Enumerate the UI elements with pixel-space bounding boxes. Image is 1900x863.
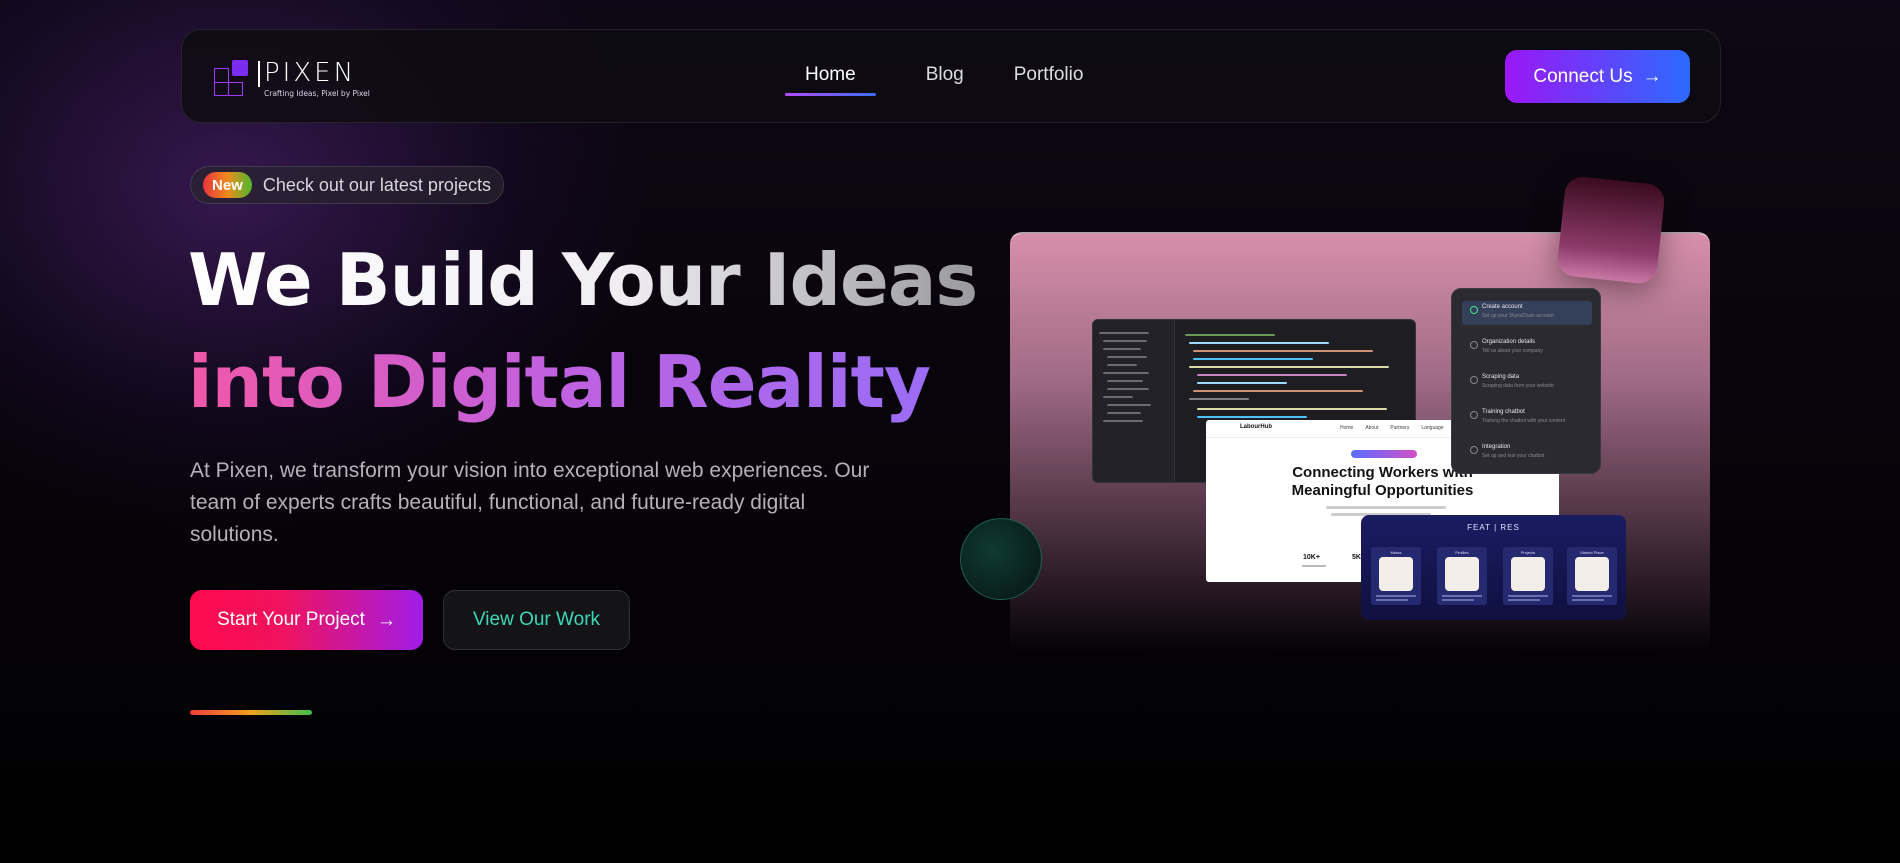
nav-links: Home Blog Portfolio: [785, 64, 1084, 96]
preview-stat-label: [1302, 565, 1326, 567]
preview-stat: 10K+: [1303, 554, 1320, 561]
badge-text: Check out our latest projects: [262, 174, 491, 195]
start-project-label: Start Your Project: [217, 609, 365, 630]
arrow-right-icon: →: [376, 609, 396, 631]
preview-pill: [1351, 450, 1417, 458]
step-item: Training chatbot Training the chatbot wi…: [1462, 406, 1592, 430]
step-title: Training chatbot: [1482, 409, 1525, 415]
step-desc: Set up your SkyraChain account: [1482, 313, 1554, 319]
features-title: FEAT | RES: [1467, 523, 1520, 532]
preview-logo: LabourHub: [1240, 424, 1272, 430]
step-desc: Tell us about your company: [1482, 348, 1543, 354]
step-check-icon: [1470, 306, 1478, 314]
headline-line-1: We Build Your Ideas: [188, 238, 978, 322]
feature-illustration: [1379, 557, 1413, 591]
brand-tagline: Crafting Ideas, Pixel by Pixel: [264, 89, 370, 98]
preview-link: Partners: [1390, 425, 1410, 431]
view-work-label: View Our Work: [472, 609, 601, 630]
step-item: Scraping data Scraping data from your we…: [1462, 371, 1592, 395]
feature-item: Market Place: [1567, 547, 1617, 605]
step-desc: Set up and test your chatbot: [1482, 453, 1545, 459]
preview-title-line-2: Meaningful Opportunities: [1291, 482, 1474, 499]
preview-link: Home: [1340, 425, 1354, 431]
latest-projects-badge[interactable]: New Check out our latest projects: [190, 166, 504, 204]
step-circle-icon: [1470, 341, 1478, 349]
preview-link: About: [1365, 425, 1379, 431]
step-item: Integration Set up and test your chatbot: [1462, 441, 1592, 465]
step-item: Create account Set up your SkyraChain ac…: [1462, 301, 1592, 325]
view-work-button[interactable]: View Our Work: [443, 590, 630, 650]
features-preview-card: FEAT | RES Metas Profiles Projects Marke…: [1361, 515, 1626, 620]
step-item: Organization details Tell us about your …: [1462, 336, 1592, 360]
accent-divider: [190, 710, 312, 715]
feature-label: Projects: [1520, 550, 1536, 555]
nav-link-home[interactable]: Home: [785, 64, 876, 96]
feature-item: Profiles: [1437, 547, 1487, 605]
step-desc: Scraping data from your website: [1482, 383, 1554, 389]
brand-name: PIXEN: [264, 58, 357, 88]
step-title: Create account: [1482, 304, 1523, 310]
nav-link-portfolio[interactable]: Portfolio: [1014, 64, 1084, 86]
file-tree: [1093, 320, 1175, 482]
step-title: Integration: [1482, 444, 1511, 450]
feature-illustration: [1575, 557, 1609, 591]
step-desc: Training the chatbot with your content: [1482, 418, 1566, 424]
feature-illustration: [1445, 557, 1479, 591]
preview-links: Home About Partners Language: [1340, 425, 1444, 431]
step-title: Organization details: [1482, 339, 1536, 345]
feature-item: Projects: [1503, 547, 1553, 605]
start-project-button[interactable]: Start Your Project →: [190, 590, 423, 650]
step-circle-icon: [1470, 376, 1478, 384]
step-title: Scraping data: [1482, 374, 1520, 380]
connect-us-label: Connect Us: [1533, 65, 1633, 87]
connect-us-button[interactable]: Connect Us →: [1505, 50, 1690, 103]
logo-divider: [258, 61, 260, 87]
feature-illustration: [1511, 557, 1545, 591]
top-navbar: PIXEN Crafting Ideas, Pixel by Pixel Hom…: [181, 29, 1721, 123]
feature-label: Metas: [1390, 550, 1402, 555]
onboarding-steps-panel: Create account Set up your SkyraChain ac…: [1451, 288, 1601, 474]
preview-subtext: [1326, 506, 1446, 509]
new-tag: New: [203, 172, 252, 198]
hero-description: At Pixen, we transform your vision into …: [190, 459, 870, 546]
feature-item: Metas: [1371, 547, 1421, 605]
arrow-right-icon: →: [1642, 66, 1662, 87]
feature-label: Market Place: [1580, 550, 1604, 555]
logo-mark-icon: [212, 58, 252, 98]
brand-logo[interactable]: PIXEN Crafting Ideas, Pixel by Pixel: [212, 58, 372, 98]
feature-label: Profiles: [1455, 550, 1469, 555]
step-circle-icon: [1470, 411, 1478, 419]
step-circle-icon: [1470, 446, 1478, 454]
floating-circle-decoration: [960, 518, 1042, 600]
nav-link-blog[interactable]: Blog: [926, 64, 964, 86]
preview-stat: 5K: [1352, 554, 1361, 561]
preview-link: Language: [1421, 425, 1444, 431]
floating-square-decoration: [1556, 175, 1666, 285]
headline-line-2: into Digital Reality: [188, 340, 931, 424]
